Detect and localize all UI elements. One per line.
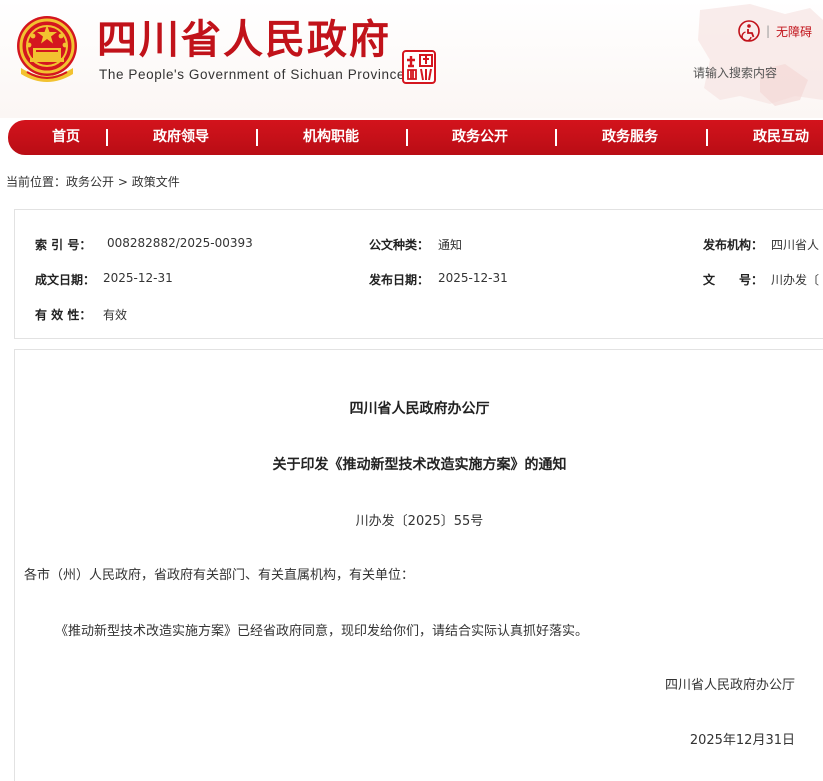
accessibility-button[interactable]: | 无障碍 [738,20,812,42]
document-number: 川办发〔2025〕55号 [355,514,484,529]
breadcrumb-prefix: 当前位置： [6,175,67,189]
nav-item-leaders[interactable]: 政府领导 [153,120,209,155]
breadcrumb-separator: > [114,175,132,189]
doc-number-value: 川办发〔 [771,273,820,287]
breadcrumb-item-policy[interactable]: 政策文件 [132,175,180,189]
nav-separator [706,129,708,146]
document-signature: 四川省人民政府办公厅 [664,678,795,693]
org-label: 发布机构： [703,238,764,252]
document-salutation: 各市（州）人民政府，省政府有关部门、有关直属机构，有关单位： [24,568,415,583]
site-subtitle: The People's Government of Sichuan Provi… [99,67,406,82]
accessibility-label: 无障碍 [776,24,813,39]
doc-number-label: 文 号： [703,273,764,287]
map-decoration [698,4,823,106]
nav-separator [555,129,557,146]
org-value: 四川省人 [771,238,820,252]
site-header: 四川省人民政府 The People's Government of Sichu… [0,0,823,118]
created-date-value: 2025-12-31 [103,271,173,285]
nav-item-disclosure[interactable]: 政务公开 [452,120,508,155]
published-date-label: 发布日期： [369,273,430,287]
published-date-value: 2025-12-31 [438,271,508,285]
nav-separator [256,129,258,146]
category-label: 公文种类： [369,238,430,252]
breadcrumb-item-disclosure[interactable]: 政务公开 [66,175,114,189]
document-date: 2025年12月31日 [689,733,795,748]
search-input[interactable] [688,62,823,84]
document-metadata-panel: 索 引 号： 008282882/2025-00393 公文种类： 通知 发布机… [14,209,823,339]
nav-separator [106,129,108,146]
nav-separator [406,129,408,146]
document-content: 四川省人民政府办公厅 关于印发《推动新型技术改造实施方案》的通知 川办发〔202… [14,349,823,781]
category-value: 通知 [438,238,463,252]
site-title: 四川省人民政府 [97,16,391,63]
accessibility-separator: | [766,24,771,38]
nav-item-services[interactable]: 政务服务 [602,120,658,155]
document-title: 关于印发《推动新型技术改造实施方案》的通知 [272,457,567,473]
seal-logo [402,50,436,84]
main-nav: 首页 政府领导 机构职能 政务公开 政务服务 政民互动 [8,120,823,155]
nav-item-functions[interactable]: 机构职能 [303,120,359,155]
national-emblem-icon [17,16,77,82]
validity-value: 有效 [103,308,128,322]
created-date-label: 成文日期： [35,273,96,287]
index-label: 索 引 号： [35,238,92,252]
issuer-title: 四川省人民政府办公厅 [349,401,490,417]
accessibility-icon [738,20,760,42]
nav-item-interaction[interactable]: 政民互动 [753,120,809,155]
validity-label: 有 效 性： [35,308,92,322]
breadcrumb: 当前位置：政务公开 > 政策文件 [6,173,180,190]
index-value: 008282882/2025-00393 [107,236,253,250]
nav-item-home[interactable]: 首页 [52,120,80,155]
document-body: 《推动新型技术改造实施方案》已经省政府同意，现印发给你们，请结合实际认真抓好落实… [55,624,589,639]
